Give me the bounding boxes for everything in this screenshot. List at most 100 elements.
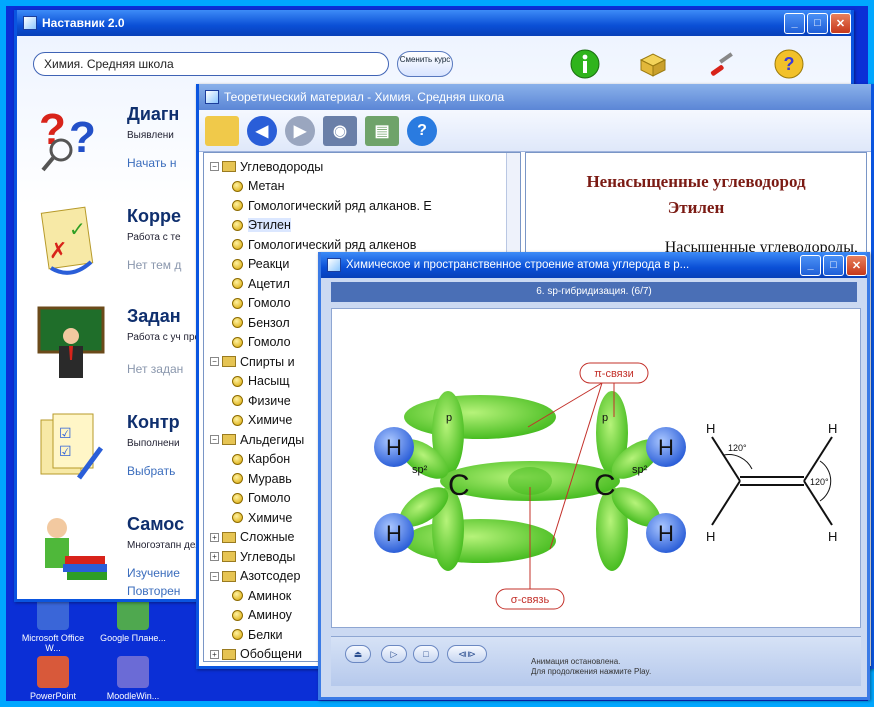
tree-item[interactable]: Физиче <box>232 391 291 410</box>
collapse-icon[interactable]: − <box>210 571 219 581</box>
label-carbon-left: C <box>448 469 470 502</box>
label-h: H <box>386 435 402 460</box>
box-icon[interactable] <box>637 48 669 80</box>
tree-label: Реакци <box>248 257 290 271</box>
tree-item[interactable]: Насыщ <box>232 372 290 391</box>
tree-item[interactable]: Этилен <box>232 216 291 235</box>
theory-titlebar[interactable]: Теоретический материал - Химия. Средняя … <box>199 84 871 110</box>
playback-controls: ⏏ ▷ □ ⧏⧐ Анимация остановлена. Для продо… <box>331 636 861 686</box>
tree-item[interactable]: Реакци <box>232 255 289 274</box>
prev-next-buttons[interactable]: ⧏⧐ <box>447 645 487 663</box>
animation-window: Химическое и пространственное строение а… <box>318 252 870 700</box>
topic-icon <box>232 278 243 289</box>
tree-item[interactable]: Химиче <box>232 411 292 430</box>
tree-item[interactable]: Карбон <box>232 450 290 469</box>
desktop-icon-powerpoint[interactable]: PowerPoint <box>18 656 88 701</box>
play-button[interactable]: ▷ <box>381 645 407 663</box>
tree-item[interactable]: Гомоло <box>232 294 291 313</box>
main-titlebar[interactable]: Наставник 2.0 _ □ ✕ <box>17 10 851 36</box>
tree-item[interactable]: Ацетил <box>232 274 290 293</box>
change-course-button[interactable]: Сменить курс <box>397 51 453 77</box>
media-icon[interactable]: ◉ <box>323 115 357 146</box>
collapse-icon[interactable]: − <box>210 435 219 444</box>
topic-icon <box>232 473 243 484</box>
folder-icon <box>222 161 236 172</box>
minimize-button[interactable]: _ <box>800 254 821 276</box>
label-h: H <box>658 521 674 546</box>
label-sp2-left: sp² <box>412 464 428 476</box>
desktop-icon-label: PowerPoint <box>29 691 77 701</box>
back-icon[interactable]: ◀ <box>247 115 277 146</box>
tree-item[interactable]: Метан <box>232 177 285 196</box>
tree-item[interactable]: Аминоу <box>232 606 292 625</box>
main-window-title: Наставник 2.0 <box>42 16 125 30</box>
tree-label: Углеводы <box>240 549 296 564</box>
expand-icon[interactable]: + <box>210 649 219 659</box>
playback-status: Анимация остановлена. Для продолжения на… <box>531 657 651 677</box>
menu-item-action-2[interactable]: Повторен <box>127 584 180 598</box>
tree-item[interactable]: Гомоло <box>232 489 291 508</box>
svg-text:✓: ✓ <box>69 219 86 241</box>
maximize-button[interactable]: □ <box>807 12 828 34</box>
topic-icon <box>232 414 243 426</box>
tree-label: Насыщ <box>248 374 290 388</box>
tree-folder[interactable]: − Углеводороды <box>210 157 323 176</box>
tree-folder[interactable]: − Азотсодер <box>210 567 300 586</box>
slides-icon[interactable]: ▤ <box>365 115 399 146</box>
minimize-button[interactable]: _ <box>784 12 805 34</box>
topic-icon <box>232 258 243 270</box>
tree-folder[interactable]: + Углеводы <box>210 547 295 566</box>
close-button[interactable]: ✕ <box>846 254 867 276</box>
ethylene-orbital-diagram: H H H H C C sp² sp² p p π-связи σ-связь <box>374 362 837 610</box>
theory-window-title: Теоретический материал - Химия. Средняя … <box>224 90 505 104</box>
close-button[interactable]: ✕ <box>830 12 851 34</box>
topic-icon <box>232 590 243 601</box>
tree-label: Белки <box>248 627 283 642</box>
tree-label: Гомоло <box>248 335 291 349</box>
svg-text:?: ? <box>69 113 96 162</box>
expand-icon[interactable]: + <box>210 552 219 561</box>
animation-subtitle: 6. sp-гибридизация. (6/7) <box>331 282 857 302</box>
tree-folder[interactable]: − Альдегиды <box>210 430 304 449</box>
topic-icon <box>232 609 243 621</box>
info-icon[interactable] <box>569 48 601 80</box>
folder-icon[interactable] <box>205 115 239 146</box>
tree-item[interactable]: Гомоло <box>232 333 291 352</box>
pi-bonds-label: π-связи <box>594 368 634 380</box>
label-h: H <box>386 521 402 546</box>
tree-folder[interactable]: + Сложные <box>210 528 294 547</box>
collapse-icon[interactable]: − <box>210 357 219 366</box>
tree-label: Спирты и <box>240 354 295 369</box>
expand-icon[interactable]: + <box>210 532 219 542</box>
maximize-button[interactable]: □ <box>823 254 844 276</box>
tree-item[interactable]: Аминок <box>232 586 291 605</box>
exit-button[interactable]: ⏏ <box>345 645 371 663</box>
menu-item-action[interactable]: Начать н <box>127 156 176 170</box>
tree-item[interactable]: Белки <box>232 625 283 644</box>
folder-icon <box>222 531 236 543</box>
animation-titlebar[interactable]: Химическое и пространственное строение а… <box>321 252 867 278</box>
stop-button[interactable]: □ <box>413 645 439 663</box>
topic-icon <box>232 395 243 406</box>
help-icon[interactable]: ? <box>407 115 437 146</box>
menu-item-action[interactable]: Выбрать <box>127 464 175 478</box>
forward-icon[interactable]: ▶ <box>285 115 315 146</box>
course-input[interactable] <box>33 52 389 76</box>
desktop-icon-moodle[interactable]: MoodleWin... <box>98 656 168 701</box>
collapse-icon[interactable]: − <box>210 162 219 171</box>
topic-icon <box>232 219 243 231</box>
question-magnifier-icon: ? ? <box>39 105 96 172</box>
tools-icon[interactable] <box>705 48 737 80</box>
tree-folder[interactable]: + Обобщени <box>210 645 302 661</box>
tree-item[interactable]: Гомологический ряд алканов. Е <box>232 196 432 215</box>
formula-h: H <box>828 529 837 544</box>
help-icon[interactable]: ? <box>773 48 805 80</box>
angle-label: 120° <box>810 477 829 487</box>
tree-folder[interactable]: − Спирты и <box>210 352 295 371</box>
tree-item[interactable]: Бензол <box>232 313 290 332</box>
tree-item[interactable]: Химиче <box>232 508 292 527</box>
menu-item-action[interactable]: Изучение <box>127 566 180 580</box>
tree-label: Сложные <box>240 530 295 544</box>
tree-label: Гомологический ряд алканов. Е <box>248 198 432 213</box>
tree-item[interactable]: Муравь <box>232 469 292 488</box>
